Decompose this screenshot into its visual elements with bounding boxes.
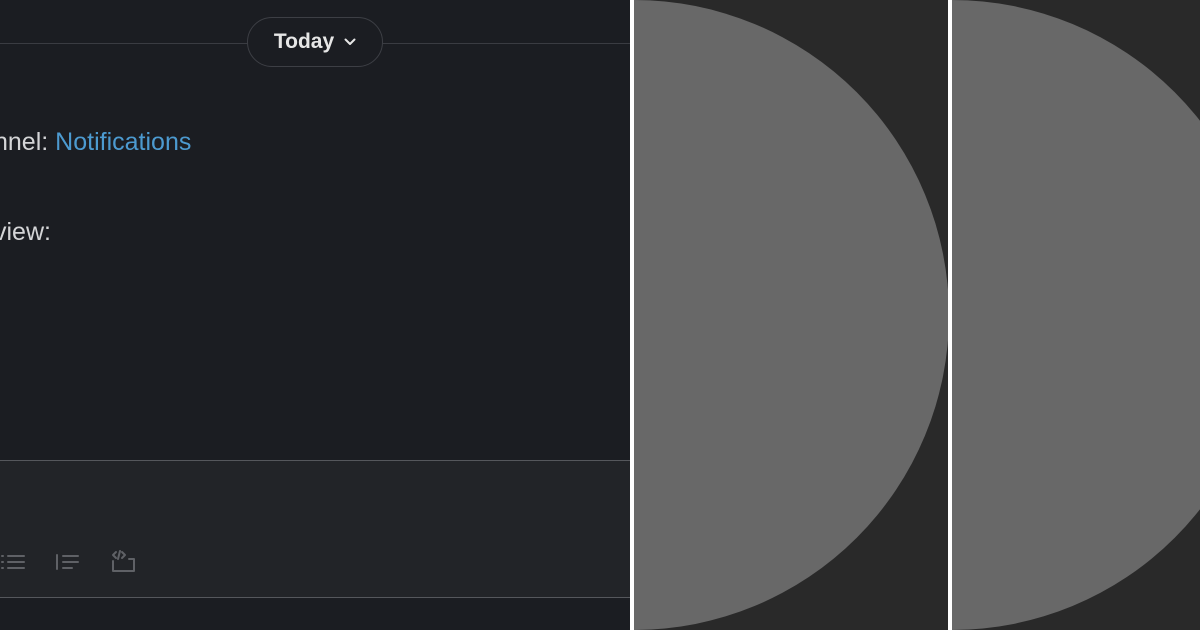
avatar-circle [952,0,1200,630]
code-block-icon [108,549,138,579]
message-preview-line: view: [0,218,51,247]
day-divider-label: Today [273,30,335,53]
chevron-down-icon [344,38,356,46]
bulleted-list-button[interactable] [0,551,28,577]
preview-prefix-text: view: [0,218,51,246]
day-divider-button[interactable]: Today [247,17,383,67]
channel-prefix-text: nnel: [0,128,56,156]
bottom-strip [0,598,630,630]
chat-panel: Today nnel: Notifications view: [0,0,630,630]
message-composer[interactable] [0,460,630,598]
numbered-list-button[interactable] [54,551,80,577]
channel-link[interactable]: Notifications [55,128,191,156]
numbered-list-icon [54,552,80,577]
avatar-panel [634,0,948,630]
avatar-panel [952,0,1200,630]
code-block-button[interactable] [108,549,138,579]
avatar-circle [634,0,948,630]
message-channel-line: nnel: Notifications [0,128,191,157]
bulleted-list-icon [0,552,28,577]
